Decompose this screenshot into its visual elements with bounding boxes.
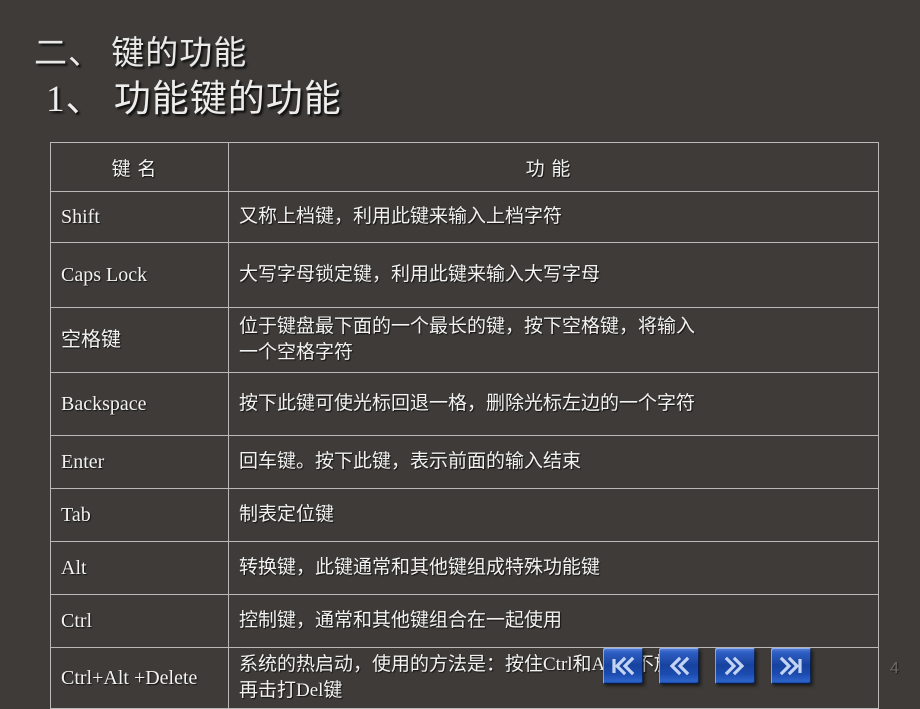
cell-function-line1: 制表定位键 — [239, 504, 335, 525]
table-header-row: 键 名 功 能 — [50, 142, 879, 192]
cell-key-name: Caps Lock — [50, 242, 229, 308]
cell-function-line1: 按下此键可使光标回退一格，删除光标左边的一个字符 — [239, 393, 696, 414]
table-row: Tab 制表定位键 — [50, 488, 879, 542]
cell-function-line1: 转换键，此键通常和其他键组成特殊功能键 — [239, 557, 601, 578]
cell-key-name: Backspace — [50, 372, 229, 436]
function-keys-table: 键 名 功 能 Shift 又称上档键，利用此键来输入上档字符 Caps Loc… — [50, 142, 879, 709]
cell-function-line1: 大写字母锁定键，利用此键来输入大写字母 — [239, 264, 601, 285]
next-slide-button[interactable] — [715, 648, 755, 684]
table-row: Caps Lock 大写字母锁定键，利用此键来输入大写字母 — [50, 242, 879, 308]
cell-function-line2: 一个空格字符 — [239, 342, 354, 363]
first-slide-button[interactable] — [603, 648, 643, 684]
cell-key-name: Ctrl — [50, 594, 229, 648]
cell-key-name-line1: Ctrl+Alt — [61, 667, 129, 689]
cell-function-line1: 控制键，通常和其他键组合在一起使用 — [239, 610, 563, 631]
page-number: 4 — [890, 660, 899, 677]
cell-function-line1: 位于键盘最下面的一个最长的键，按下空格键，将输入 — [239, 316, 696, 337]
table-row: 空格键 位于键盘最下面的一个最长的键，按下空格键，将输入 一个空格字符 — [50, 307, 879, 373]
last-slide-button[interactable] — [771, 648, 811, 684]
cell-key-name-line2: +Delete — [133, 667, 198, 689]
cell-function: 制表定位键 — [228, 488, 879, 542]
cell-key-name: Shift — [50, 191, 229, 243]
cell-key-name: Enter — [50, 435, 229, 489]
cell-key-name: Tab — [50, 488, 229, 542]
slide-title-block: 二、 键的功能 1、 功能键的功能 — [0, 32, 920, 123]
cell-function-line1: 回车键。按下此键，表示前面的输入结束 — [239, 451, 582, 472]
cell-function: 转换键，此键通常和其他键组成特殊功能键 — [228, 541, 879, 595]
next-icon — [722, 656, 748, 676]
previous-slide-button[interactable] — [659, 648, 699, 684]
cell-function: 按下此键可使光标回退一格，删除光标左边的一个字符 — [228, 372, 879, 436]
cell-key-name: Ctrl+Alt +Delete — [50, 647, 229, 709]
cell-function: 控制键，通常和其他键组合在一起使用 — [228, 594, 879, 648]
table-row: Backspace 按下此键可使光标回退一格，删除光标左边的一个字符 — [50, 372, 879, 436]
first-icon — [610, 656, 636, 676]
cell-function: 回车键。按下此键，表示前面的输入结束 — [228, 435, 879, 489]
cell-function-line1: 又称上档键，利用此键来输入上档字符 — [239, 206, 563, 227]
cell-key-name: 空格键 — [50, 307, 229, 373]
previous-icon — [666, 656, 692, 676]
cell-function: 大写字母锁定键，利用此键来输入大写字母 — [228, 242, 879, 308]
column-header-function: 功 能 — [228, 142, 879, 192]
table-row: Enter 回车键。按下此键，表示前面的输入结束 — [50, 435, 879, 489]
cell-function: 位于键盘最下面的一个最长的键，按下空格键，将输入 一个空格字符 — [228, 307, 879, 373]
column-header-key-name: 键 名 — [50, 142, 229, 192]
table-row: Ctrl 控制键，通常和其他键组合在一起使用 — [50, 594, 879, 648]
slide-title-secondary: 1、 功能键的功能 — [46, 79, 342, 120]
table-row: Alt 转换键，此键通常和其他键组成特殊功能键 — [50, 541, 879, 595]
slide-title-primary: 二、 键的功能 — [34, 36, 248, 72]
last-icon — [778, 656, 804, 676]
slide-navigation-bar — [603, 648, 811, 684]
cell-function: 又称上档键，利用此键来输入上档字符 — [228, 191, 879, 243]
table-row: Shift 又称上档键，利用此键来输入上档字符 — [50, 191, 879, 243]
cell-key-name: Alt — [50, 541, 229, 595]
